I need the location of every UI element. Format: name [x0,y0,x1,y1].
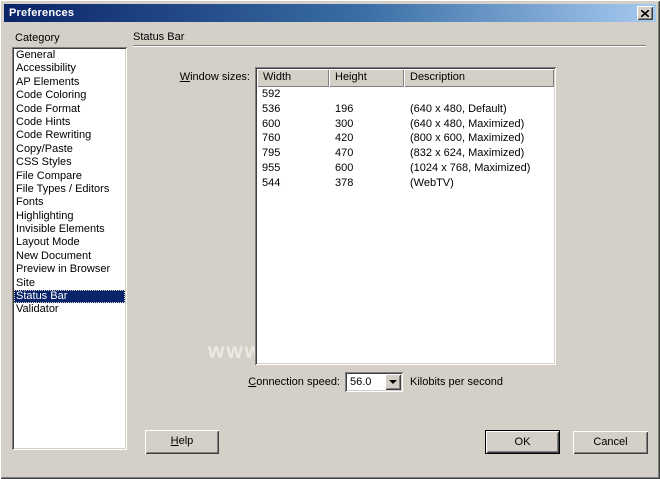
table-cell: 544 [257,176,329,191]
cancel-button[interactable]: Cancel [573,431,648,454]
category-item-code-hints[interactable]: Code Hints [14,116,125,129]
dropdown-button[interactable] [385,374,401,390]
window-title: Preferences [4,7,74,19]
table-cell: 795 [257,146,329,161]
category-item-css-styles[interactable]: CSS Styles [14,156,125,169]
preferences-dialog: Preferences Category GeneralAccessibilit… [0,0,660,479]
category-item-general[interactable]: General [14,49,125,62]
table-cell [404,87,554,102]
separator-line [133,45,646,47]
category-item-layout-mode[interactable]: Layout Mode [14,236,125,249]
ok-button[interactable]: OK [485,430,560,454]
table-cell: 470 [329,146,404,161]
table-row[interactable]: 536196(640 x 480, Default) [257,102,554,117]
page-title: Status Bar [133,31,184,43]
category-item-highlighting[interactable]: Highlighting [14,210,125,223]
table-cell: (WebTV) [404,176,554,191]
category-item-copy-paste[interactable]: Copy/Paste [14,143,125,156]
table-cell: 600 [329,161,404,176]
category-item-status-bar[interactable]: Status Bar [14,290,125,303]
close-icon [641,10,649,17]
column-header-width[interactable]: Width [257,69,329,87]
column-header-height[interactable]: Height [329,69,404,87]
category-item-site[interactable]: Site [14,277,125,290]
category-item-validator[interactable]: Validator [14,303,125,316]
table-cell: 955 [257,161,329,176]
table-cell: (800 x 600, Maximized) [404,131,554,146]
table-cell: 592 [257,87,329,102]
category-item-file-compare[interactable]: File Compare [14,170,125,183]
table-cell: 760 [257,131,329,146]
help-button[interactable]: Help [145,430,219,454]
category-item-invisible-elements[interactable]: Invisible Elements [14,223,125,236]
window-sizes-table[interactable]: WidthHeightDescription 592536196(640 x 4… [255,67,556,365]
connection-speed-label: Connection speed: [180,376,340,388]
category-item-preview-in-browser[interactable]: Preview in Browser [14,263,125,276]
category-item-fonts[interactable]: Fonts [14,196,125,209]
table-cell: (640 x 480, Default) [404,102,554,117]
connection-speed-value: 56.0 [345,376,385,388]
category-list[interactable]: GeneralAccessibilityAP ElementsCode Colo… [12,47,127,450]
window-sizes-rows: 592536196(640 x 480, Default)600300(640 … [257,87,554,191]
window-sizes-label: Window sizes: [140,71,250,83]
category-item-ap-elements[interactable]: AP Elements [14,76,125,89]
table-cell: (832 x 624, Maximized) [404,146,554,161]
category-item-code-rewriting[interactable]: Code Rewriting [14,129,125,142]
table-row[interactable]: 955600(1024 x 768, Maximized) [257,161,554,176]
connection-speed-select[interactable]: 56.0 [345,372,403,392]
table-cell: 420 [329,131,404,146]
table-row[interactable]: 592 [257,87,554,102]
table-cell: 196 [329,102,404,117]
close-button[interactable] [637,6,653,20]
table-cell: 300 [329,117,404,132]
table-cell: (1024 x 768, Maximized) [404,161,554,176]
table-row[interactable]: 795470(832 x 624, Maximized) [257,146,554,161]
title-bar[interactable]: Preferences [4,4,656,22]
column-header-description[interactable]: Description [404,69,554,87]
table-cell: 600 [257,117,329,132]
table-row[interactable]: 760420(800 x 600, Maximized) [257,131,554,146]
table-cell [329,87,404,102]
table-row[interactable]: 544378(WebTV) [257,176,554,191]
table-cell: (640 x 480, Maximized) [404,117,554,132]
table-cell: 378 [329,176,404,191]
category-item-accessibility[interactable]: Accessibility [14,62,125,75]
table-cell: 536 [257,102,329,117]
table-row[interactable]: 600300(640 x 480, Maximized) [257,117,554,132]
category-item-file-types-editors[interactable]: File Types / Editors [14,183,125,196]
connection-speed-unit: Kilobits per second [410,376,503,388]
category-item-code-format[interactable]: Code Format [14,103,125,116]
category-item-new-document[interactable]: New Document [14,250,125,263]
category-label: Category [15,32,60,44]
category-item-code-coloring[interactable]: Code Coloring [14,89,125,102]
window-sizes-header: WidthHeightDescription [257,69,554,87]
chevron-down-icon [389,380,397,384]
